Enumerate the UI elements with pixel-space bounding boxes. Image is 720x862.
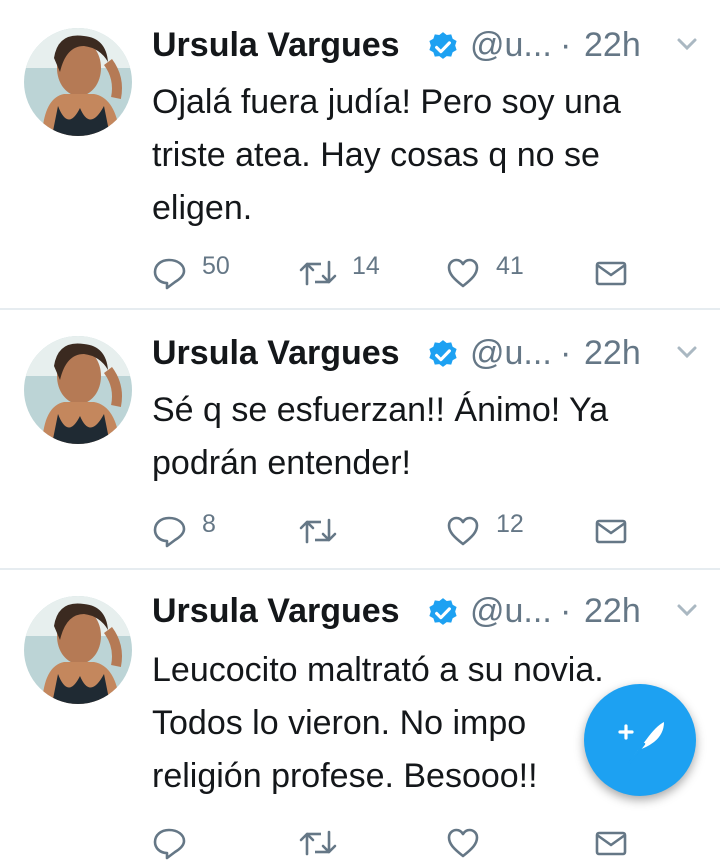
reply-icon: [153, 258, 186, 290]
tweet-text: Ojalá fuera judía! Pero soy una triste a…: [152, 76, 712, 235]
chevron-down-icon[interactable]: [676, 344, 698, 360]
reply-icon: [153, 828, 186, 860]
retweet-button[interactable]: [298, 822, 398, 862]
tweet[interactable]: Ursula Vargues @u... · 22h Ojalá fuera j…: [0, 0, 720, 308]
reply-count: 8: [202, 510, 216, 538]
timestamp: 22h: [584, 592, 641, 630]
reply-count: 50: [202, 252, 230, 280]
separator-dot: ·: [560, 334, 572, 372]
separator-dot: ·: [560, 592, 572, 630]
timestamp: 22h: [584, 26, 641, 64]
verified-badge-icon: [429, 598, 457, 625]
heart-icon: [447, 828, 479, 858]
retweet-count: 14: [352, 252, 380, 280]
compose-quill-icon: [618, 722, 664, 764]
reply-button[interactable]: 8: [152, 510, 252, 550]
display-name[interactable]: Ursula Vargues: [152, 334, 400, 373]
tweet[interactable]: Ursula Vargues @u... · 22h Sé q se esfue…: [0, 310, 720, 568]
verified-badge-icon: [429, 340, 457, 367]
retweet-button[interactable]: [298, 510, 398, 550]
like-count: 41: [496, 252, 524, 280]
retweet-icon: [299, 830, 337, 856]
timestamp: 22h: [584, 334, 641, 372]
retweet-icon: [299, 260, 337, 286]
separator-dot: ·: [560, 26, 572, 64]
tweet-text: Sé q se esfuerzan!! Ánimo! Ya podrán ent…: [152, 384, 712, 490]
tweet-text-line: Ojalá fuera judía! Pero soy una: [152, 83, 621, 121]
tweet-text-line: eligen.: [152, 189, 253, 227]
chevron-down-icon[interactable]: [676, 36, 698, 52]
direct-message-button[interactable]: [594, 252, 634, 292]
compose-tweet-button[interactable]: [584, 684, 696, 796]
heart-icon: [447, 258, 479, 288]
verified-badge-icon: [429, 32, 457, 59]
like-button[interactable]: 41: [446, 252, 546, 292]
tweet-text-line: Sé q se esfuerzan!! Ánimo! Ya: [152, 391, 609, 429]
like-button[interactable]: 12: [446, 510, 546, 550]
reply-button[interactable]: [152, 822, 252, 862]
chevron-down-icon[interactable]: [676, 602, 698, 618]
like-button[interactable]: [446, 822, 546, 862]
envelope-icon: [595, 519, 627, 544]
envelope-icon: [595, 831, 627, 856]
tweet-text-line: triste atea. Hay cosas q no se: [152, 136, 600, 174]
tweet-text-line: podrán entender!: [152, 444, 411, 482]
user-handle[interactable]: @u...: [470, 334, 552, 373]
direct-message-button[interactable]: [594, 510, 634, 550]
display-name[interactable]: Ursula Vargues: [152, 26, 400, 65]
user-handle[interactable]: @u...: [470, 592, 552, 631]
avatar[interactable]: [24, 28, 132, 136]
heart-icon: [447, 516, 479, 546]
user-handle[interactable]: @u...: [470, 26, 552, 65]
avatar[interactable]: [24, 596, 132, 704]
like-count: 12: [496, 510, 524, 538]
direct-message-button[interactable]: [594, 822, 634, 862]
display-name[interactable]: Ursula Vargues: [152, 592, 400, 631]
envelope-icon: [595, 261, 627, 286]
reply-icon: [153, 516, 186, 548]
avatar[interactable]: [24, 336, 132, 444]
retweet-button[interactable]: 14: [298, 252, 398, 292]
reply-button[interactable]: 50: [152, 252, 252, 292]
retweet-icon: [299, 518, 337, 544]
